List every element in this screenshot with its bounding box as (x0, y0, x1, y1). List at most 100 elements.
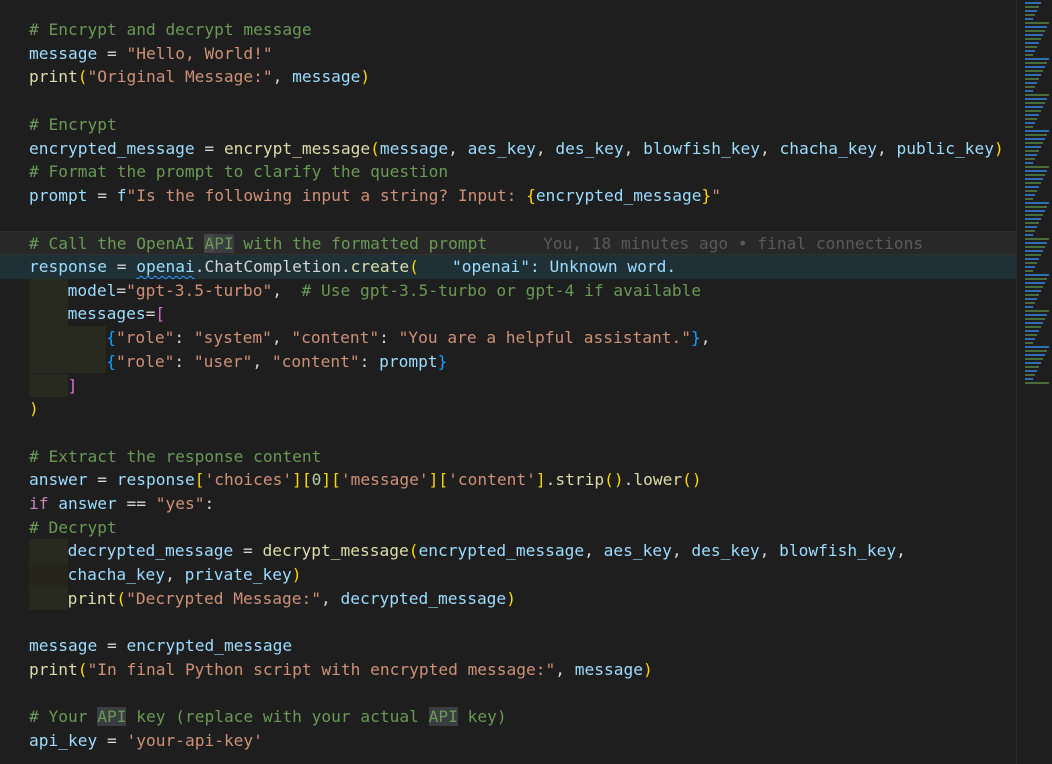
code-line[interactable] (0, 682, 1016, 706)
code-token: . (545, 470, 556, 490)
code-token: decrypted_message (67, 541, 234, 561)
code-line[interactable]: # Encrypt and decrypt message (0, 18, 1016, 42)
code-token: ] (292, 470, 302, 490)
code-line[interactable]: prompt = f"Is the following input a stri… (0, 184, 1016, 208)
indent-guide (67, 326, 107, 350)
code-token: ] (428, 470, 439, 490)
code-token: { (106, 328, 116, 348)
code-token: key) (457, 707, 507, 727)
minimap-line (1025, 94, 1049, 96)
code-token: , (896, 541, 906, 561)
code-line[interactable]: # Your API key (replace with your actual… (0, 705, 1016, 729)
code-token: API (428, 707, 458, 727)
code-token: 'choices' (204, 470, 293, 490)
minimap-line (1025, 54, 1033, 56)
code-line[interactable]: api_key = 'your-api-key' (0, 729, 1016, 753)
code-line[interactable]: # Decrypt (0, 516, 1016, 540)
minimap-line (1025, 282, 1045, 284)
minimap-line (1025, 50, 1035, 52)
minimap-line (1025, 42, 1039, 44)
code-line[interactable]: print("In final Python script with encry… (0, 658, 1016, 682)
code-line[interactable]: messages=[ (0, 302, 1016, 327)
code-token: 'your-api-key' (126, 731, 263, 750)
code-line[interactable]: chacha_key, private_key) (0, 563, 1016, 587)
code-token: : (174, 328, 194, 348)
minimap-line (1025, 330, 1039, 332)
indent-guide (29, 278, 68, 303)
code-line[interactable] (0, 421, 1016, 445)
code-token: : (379, 328, 399, 348)
minimap-line (1025, 350, 1047, 352)
code-token: , (272, 67, 293, 87)
line-content: response = openai.ChatCompletion.create( (29, 255, 419, 279)
code-token: message (574, 659, 644, 679)
code-line[interactable]: response = openai.ChatCompletion.create(… (0, 255, 1016, 279)
code-token: "role" (115, 328, 175, 348)
indent-guide (29, 302, 68, 327)
code-token: : (204, 494, 215, 513)
code-token: API (97, 707, 127, 727)
minimap-line (1025, 338, 1035, 340)
code-token: } (690, 328, 701, 348)
code-token: [ (194, 470, 205, 490)
code-token: public_key (896, 138, 994, 158)
code-line[interactable]: ] (0, 373, 1016, 398)
code-line[interactable]: decrypted_message = decrypt_message(encr… (0, 539, 1016, 564)
code-line[interactable]: # Format the prompt to clarify the quest… (0, 160, 1016, 184)
code-line[interactable]: message = encrypted_message (0, 634, 1016, 658)
line-content: # Encrypt (29, 113, 117, 137)
code-line[interactable]: {"role": "system", "content": "You are a… (0, 326, 1016, 350)
minimap-line (1025, 182, 1041, 184)
code-line[interactable]: print("Decrypted Message:", decrypted_me… (0, 586, 1016, 611)
code-token: , (321, 588, 341, 608)
code-token: ) (643, 659, 653, 679)
code-line[interactable]: print("Original Message:", message) (0, 65, 1016, 89)
minimap-line (1025, 194, 1035, 196)
code-token: , (272, 280, 302, 300)
code-token: "user" (193, 351, 253, 371)
code-line[interactable]: model="gpt-3.5-turbo", # Use gpt-3.5-tur… (0, 278, 1016, 303)
code-line[interactable]: answer = response['choices'][0]['message… (0, 468, 1016, 492)
code-token: ) (291, 565, 302, 585)
code-line[interactable]: # Extract the response content (0, 445, 1016, 469)
minimap-line (1025, 30, 1045, 32)
code-line[interactable]: encrypted_message = encrypt_message(mess… (0, 137, 1016, 161)
code-line[interactable]: message = "Hello, World!" (0, 42, 1016, 66)
code-token: strip (555, 470, 605, 490)
code-line[interactable] (0, 208, 1016, 232)
minimap-line (1025, 22, 1049, 24)
code-token: = (116, 280, 127, 300)
minimap-line (1025, 106, 1043, 108)
line-content: chacha_key, private_key) (29, 563, 302, 587)
minimap-line (1025, 222, 1039, 224)
code-token: # Decrypt (29, 517, 117, 537)
minimap-line (1025, 266, 1035, 268)
minimap-line (1025, 314, 1047, 316)
code-token: decrypted_message (340, 588, 507, 608)
code-token: # Your (29, 707, 98, 727)
code-token: "system" (193, 328, 272, 348)
code-token: , (555, 659, 575, 679)
code-token: "role" (115, 351, 175, 371)
minimap-line (1025, 126, 1033, 128)
code-token: = (106, 257, 137, 276)
line-content: # Extract the response content (29, 445, 321, 469)
minimap-line (1025, 102, 1045, 104)
minimap-line (1025, 214, 1043, 216)
code-line[interactable]: # Call the OpenAI API with the formatted… (0, 231, 1016, 255)
code-line[interactable]: ) (0, 397, 1016, 421)
code-line[interactable]: # Encrypt (0, 113, 1016, 137)
code-line[interactable]: if answer == "yes": (0, 492, 1016, 516)
minimap-line (1025, 134, 1047, 136)
code-token: encrypted_message (418, 541, 585, 561)
code-line[interactable] (0, 89, 1016, 113)
minimap-scrollbar[interactable] (1016, 0, 1052, 764)
line-content: messages=[ (29, 302, 165, 327)
code-line[interactable] (0, 611, 1016, 635)
minimap-line (1025, 34, 1043, 36)
minimap-line (1025, 370, 1037, 372)
code-editor[interactable]: # Encrypt and decrypt message message = "… (0, 0, 1016, 764)
code-token: # Use gpt-3.5-turbo or gpt-4 if availabl… (301, 280, 702, 300)
code-line[interactable]: {"role": "user", "content": prompt} (0, 349, 1016, 374)
